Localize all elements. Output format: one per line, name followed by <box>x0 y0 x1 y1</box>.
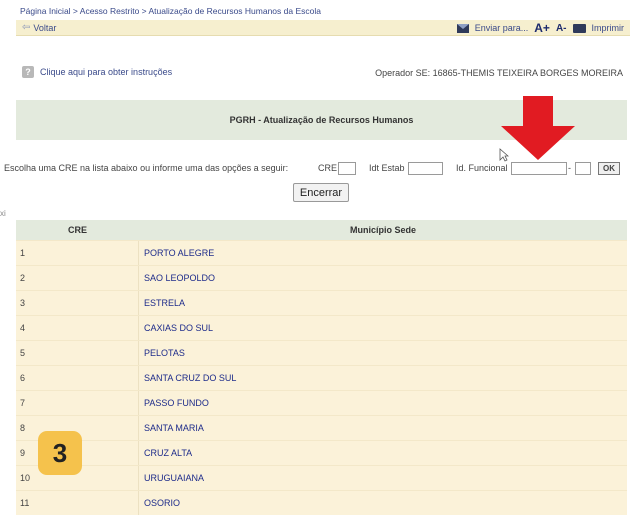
help-icon: ? <box>22 66 34 78</box>
operator-info: Operador SE: 16865-THEMIS TEIXEIRA BORGE… <box>375 68 623 78</box>
cre-cell: 2 <box>16 266 139 290</box>
table-row[interactable]: 7 PASSO FUNDO <box>16 390 627 415</box>
table-row[interactable]: 9 CRUZ ALTA <box>16 440 627 465</box>
back-label: Voltar <box>33 22 57 33</box>
print-link[interactable]: Imprimir <box>592 23 625 33</box>
back-arrow-icon: ⇦ <box>22 22 31 33</box>
municipio-link[interactable]: SAO LEOPOLDO <box>139 266 627 290</box>
top-toolbar: ⇦ Voltar Enviar para... A+ A- Imprimir <box>16 20 630 36</box>
cre-cell: 5 <box>16 341 139 365</box>
cre-table: CRE Município Sede 1 PORTO ALEGRE 2 SAO LEO… <box>16 220 627 515</box>
id-funcional-separator: - <box>568 163 571 173</box>
toolbar-actions: Enviar para... A+ A- Imprimir <box>456 21 625 35</box>
municipio-link[interactable]: CAXIAS DO SUL <box>139 316 627 340</box>
municipio-link[interactable]: OSORIO <box>139 491 627 515</box>
cre-cell: 11 <box>16 491 139 515</box>
left-edge-fragment: xi <box>0 209 6 218</box>
step-badge: 3 <box>38 431 82 475</box>
municipio-link[interactable]: URUGUAIANA <box>139 466 627 490</box>
font-increase-button[interactable]: A+ <box>534 21 550 35</box>
table-row[interactable]: 11 OSORIO <box>16 490 627 515</box>
send-to-link[interactable]: Enviar para... <box>475 23 529 33</box>
cre-cell: 7 <box>16 391 139 415</box>
table-row[interactable]: 4 CAXIAS DO SUL <box>16 315 627 340</box>
table-row[interactable]: 5 PELOTAS <box>16 340 627 365</box>
id-funcional-digit-input[interactable] <box>575 162 591 175</box>
municipio-link[interactable]: CRUZ ALTA <box>139 441 627 465</box>
table-row[interactable]: 3 ESTRELA <box>16 290 627 315</box>
ok-button[interactable]: OK <box>598 162 620 175</box>
back-link[interactable]: ⇦ Voltar <box>22 22 56 33</box>
municipio-link[interactable]: SANTA CRUZ DO SUL <box>139 366 627 390</box>
breadcrumb[interactable]: Página Inicial > Acesso Restrito > Atual… <box>20 6 321 16</box>
municipio-link[interactable]: SANTA MARIA <box>139 416 627 440</box>
table-header: CRE Município Sede <box>16 220 627 240</box>
font-decrease-button[interactable]: A- <box>556 23 567 34</box>
idt-estab-label: Idt Estab <box>369 163 405 173</box>
form-prompt: Escolha uma CRE na lista abaixo ou infor… <box>4 163 289 173</box>
municipio-link[interactable]: ESTRELA <box>139 291 627 315</box>
cre-cell: 4 <box>16 316 139 340</box>
instructions-label: Clique aqui para obter instruções <box>40 67 173 77</box>
cre-cell: 3 <box>16 291 139 315</box>
encerrar-button[interactable]: Encerrar <box>293 183 349 202</box>
municipio-link[interactable]: PELOTAS <box>139 341 627 365</box>
municipio-link[interactable]: PASSO FUNDO <box>139 391 627 415</box>
idt-estab-input[interactable] <box>408 162 443 175</box>
municipio-link[interactable]: PORTO ALEGRE <box>139 241 627 265</box>
id-funcional-input[interactable] <box>511 162 567 175</box>
table-row[interactable]: 8 SANTA MARIA <box>16 415 627 440</box>
mouse-cursor-icon <box>499 148 509 162</box>
table-row[interactable]: 6 SANTA CRUZ DO SUL <box>16 365 627 390</box>
header-municipio: Município Sede <box>349 225 416 235</box>
search-form: Escolha uma CRE na lista abaixo ou infor… <box>0 161 630 177</box>
red-down-arrow-icon <box>501 96 575 160</box>
cre-input[interactable] <box>338 162 356 175</box>
cre-label: CRE <box>318 163 338 173</box>
printer-icon[interactable] <box>572 23 586 33</box>
table-row[interactable]: 1 PORTO ALEGRE <box>16 240 627 265</box>
cre-cell: 6 <box>16 366 139 390</box>
header-cre: CRE <box>67 225 87 235</box>
envelope-icon[interactable] <box>456 23 469 33</box>
cre-cell: 1 <box>16 241 139 265</box>
id-funcional-label: Id. Funcional <box>456 163 508 173</box>
table-row[interactable]: 2 SAO LEOPOLDO <box>16 265 627 290</box>
instructions-link[interactable]: ? Clique aqui para obter instruções <box>22 66 172 78</box>
table-row[interactable]: 10 URUGUAIANA <box>16 465 627 490</box>
